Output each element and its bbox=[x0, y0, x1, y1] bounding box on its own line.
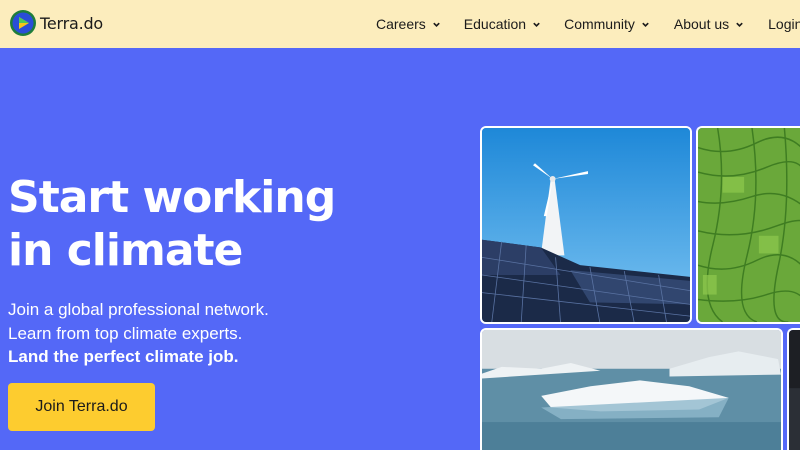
nav-login-label: Login bbox=[768, 16, 800, 32]
chevron-down-icon bbox=[736, 22, 743, 27]
nav-careers-label: Careers bbox=[376, 16, 426, 32]
terra-logo-icon bbox=[10, 10, 36, 36]
nav-education-label: Education bbox=[463, 16, 527, 32]
chevron-down-icon bbox=[533, 22, 540, 27]
hero-title: Start working in climate bbox=[8, 171, 336, 277]
nav-community-label: Community bbox=[564, 16, 635, 32]
chevron-down-icon bbox=[433, 22, 440, 27]
icebergs-photo bbox=[480, 328, 783, 450]
green-fields-aerial-photo bbox=[696, 126, 800, 324]
hero-subtitle-line-2: Learn from top climate experts. bbox=[8, 323, 243, 343]
brand-logo-link[interactable]: Terra.do bbox=[9, 9, 103, 37]
hero-title-line-1: Start working bbox=[8, 172, 336, 223]
main-nav: Careers Education Community About us Log… bbox=[376, 0, 800, 48]
nav-education[interactable]: Education bbox=[464, 16, 541, 32]
join-terra-button[interactable]: Join Terra.do bbox=[8, 383, 155, 431]
hero-subtitle-line-3: Land the perfect climate job. bbox=[8, 347, 239, 366]
hero-subtitle-line-1: Join a global professional network. bbox=[8, 300, 269, 319]
nav-login[interactable]: Login bbox=[768, 16, 800, 32]
wind-turbine-solar-panels-photo bbox=[480, 126, 692, 324]
dark-photo bbox=[787, 328, 800, 450]
hero-subtitle: Join a global professional network. Lear… bbox=[8, 298, 269, 369]
nav-community[interactable]: Community bbox=[564, 16, 650, 32]
nav-careers[interactable]: Careers bbox=[376, 16, 441, 32]
nav-about-us-label: About us bbox=[673, 16, 730, 32]
top-navigation-bar: Terra.do Careers Education Community Abo… bbox=[0, 0, 800, 48]
chevron-down-icon bbox=[642, 22, 649, 27]
hero-title-line-2: in climate bbox=[8, 225, 243, 276]
brand-name: Terra.do bbox=[40, 13, 104, 33]
nav-about-us[interactable]: About us bbox=[674, 16, 744, 32]
